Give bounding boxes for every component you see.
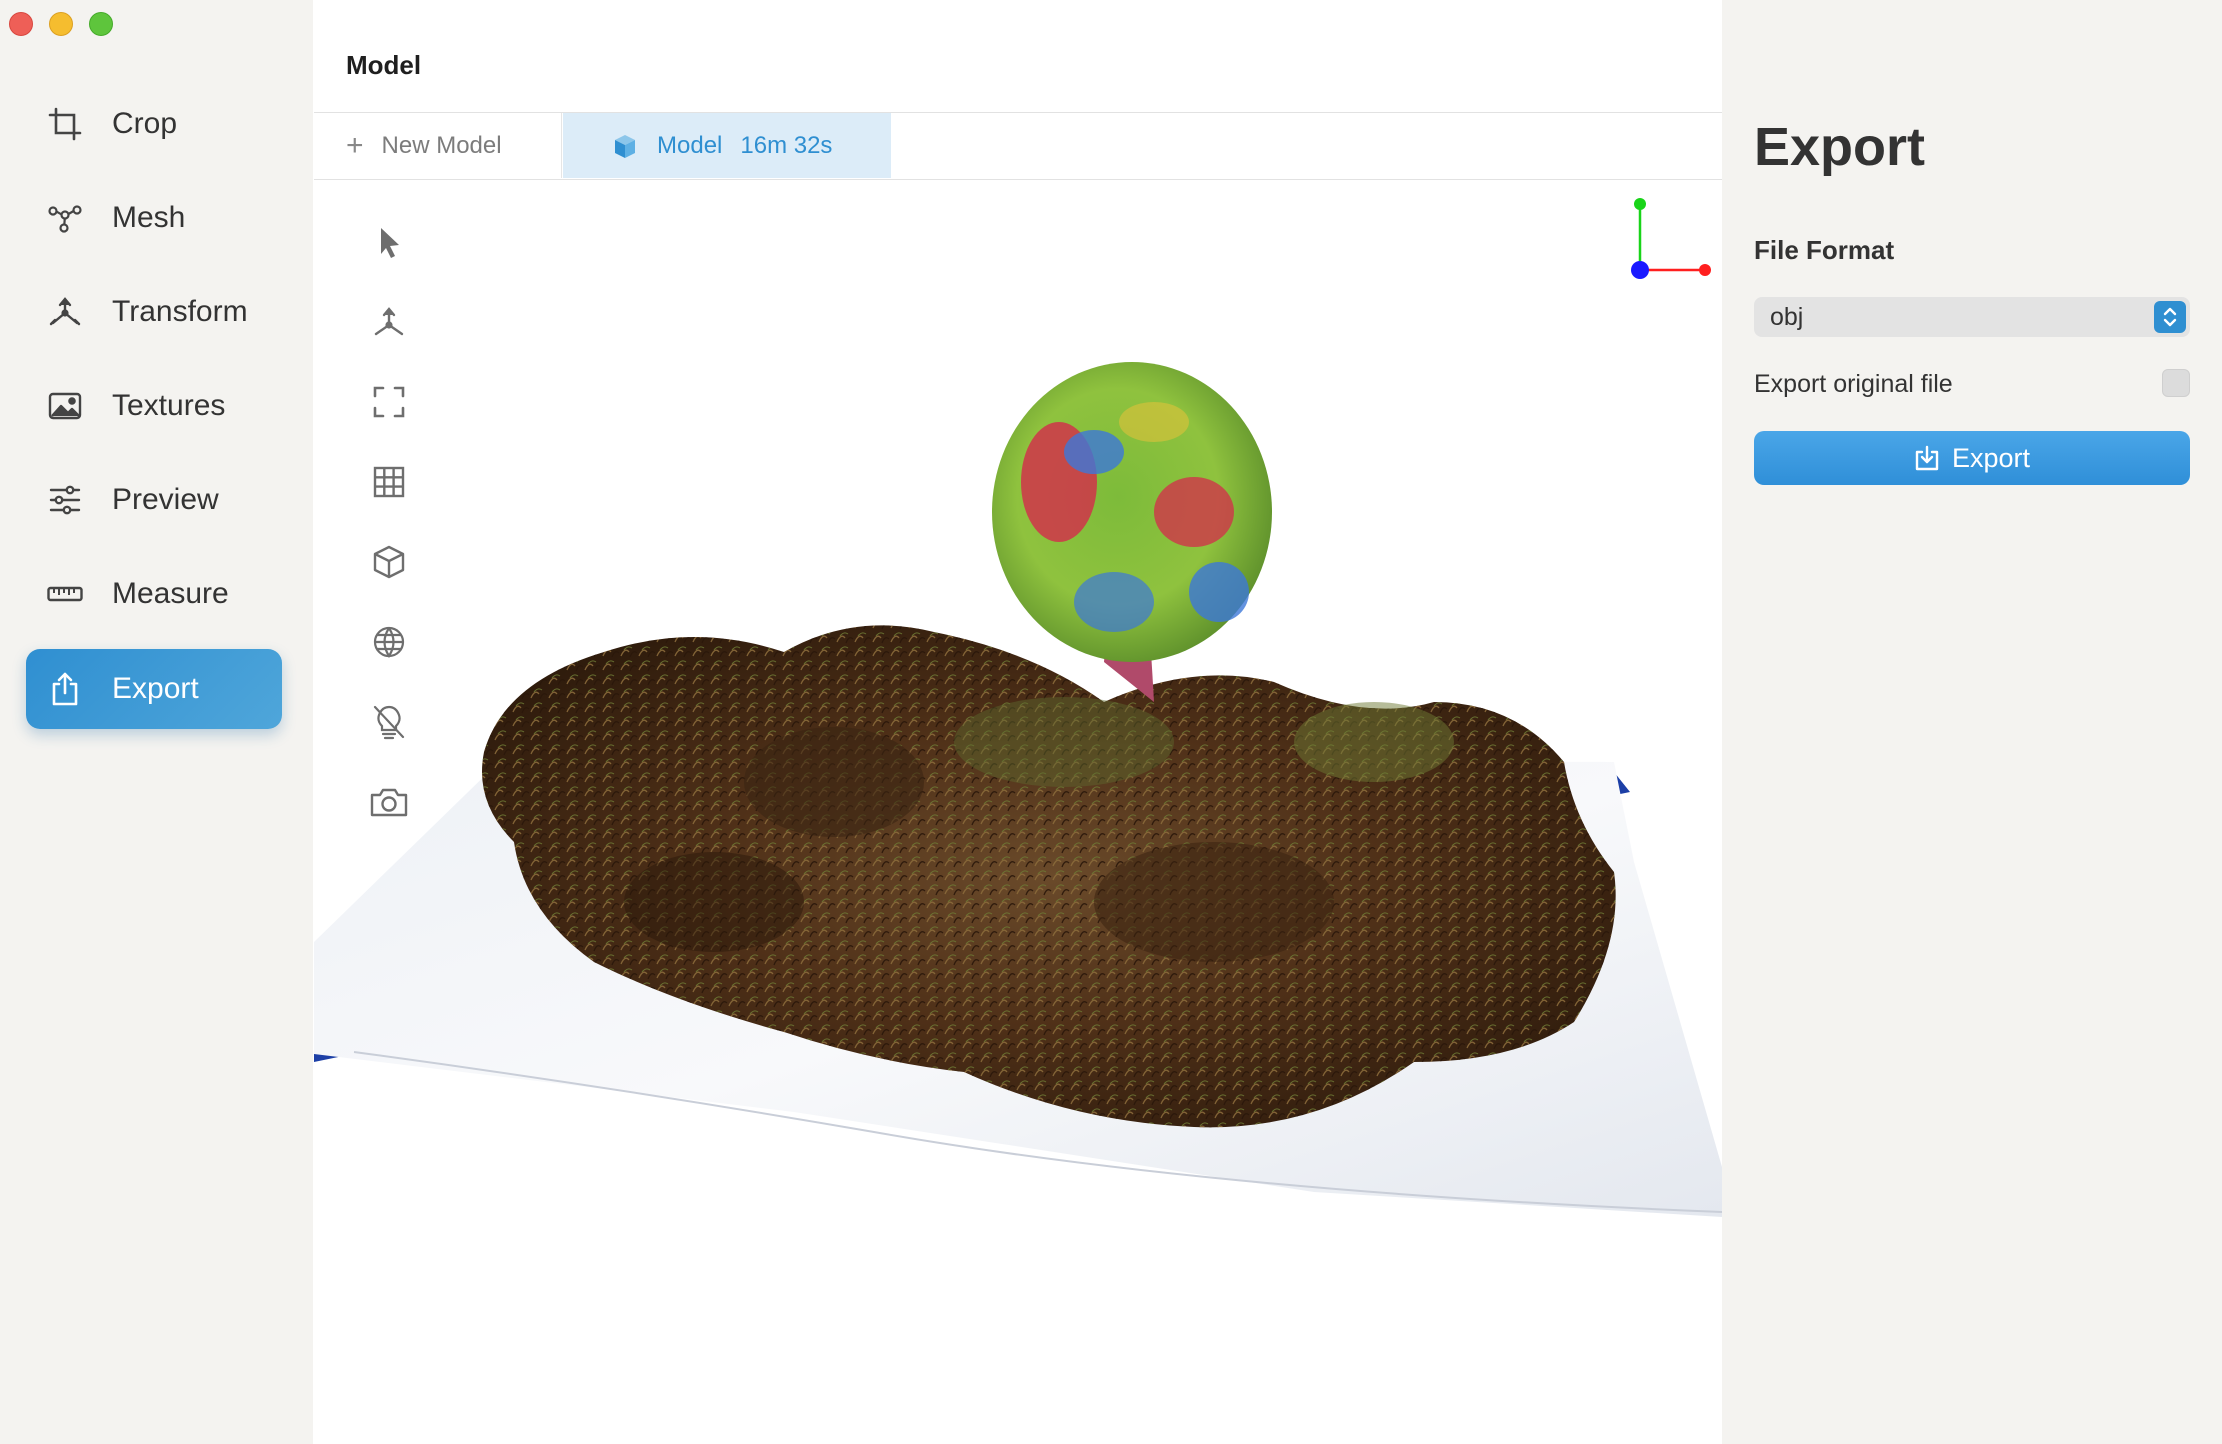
select-pointer-icon [374, 225, 404, 259]
page-title: Model [346, 50, 422, 80]
crop-icon [46, 105, 84, 143]
sidebar-item-transform[interactable]: Transform [26, 272, 282, 352]
model-tab-duration: 16m 32s [740, 131, 833, 159]
bounding-box-tool-button[interactable] [354, 532, 424, 592]
model-tab[interactable]: Model 16m 32s [563, 113, 891, 178]
sidebar-item-label: Measure [112, 577, 229, 610]
camera-icon [369, 785, 409, 819]
transform-icon [46, 293, 84, 331]
environment-tool-button[interactable] [354, 612, 424, 672]
sidebar-item-measure[interactable]: Measure [26, 554, 282, 634]
mesh-icon [46, 199, 84, 237]
sidebar-item-label: Mesh [112, 201, 186, 234]
window-minimize-button[interactable] [49, 12, 73, 36]
grid-tool-button[interactable] [354, 452, 424, 512]
fit-frame-tool-button[interactable] [354, 372, 424, 432]
main-area: Model + New Model Model 16m 32s [314, 0, 1722, 1444]
sidebar-item-crop[interactable]: Crop [26, 84, 282, 164]
export-original-checkbox[interactable] [2162, 369, 2190, 397]
sidebar-item-export[interactable]: Export [26, 649, 282, 729]
export-original-label: Export original file [1754, 370, 1953, 398]
sidebar-item-label: Crop [112, 107, 178, 140]
globe-icon [372, 625, 406, 659]
new-model-tab[interactable]: + New Model [314, 113, 562, 178]
3d-model-render [314, 362, 1722, 1217]
grid-icon [372, 465, 406, 499]
sidebar-item-label: Transform [112, 295, 248, 328]
export-button-label: Export [1951, 442, 2031, 473]
screenshot-tool-button[interactable] [354, 772, 424, 832]
image-icon [46, 387, 84, 425]
share-icon [46, 670, 84, 708]
file-format-label: File Format [1754, 235, 1895, 265]
export-panel: Export File Format obj Export original f… [1722, 0, 2222, 1444]
cube-icon [372, 544, 406, 580]
orientation-axes [1602, 182, 1722, 302]
sidebar-item-preview[interactable]: Preview [26, 460, 282, 540]
export-button[interactable]: Export [1754, 431, 2190, 485]
sidebar: Crop Mesh Transform Textures Preview Mea… [0, 0, 313, 1444]
ruler-icon [46, 575, 84, 613]
window-zoom-button[interactable] [89, 12, 113, 36]
chevron-up-down-icon [2154, 301, 2186, 333]
gizmo-tool-button[interactable] [354, 292, 424, 352]
panel-title: Export [1754, 117, 1926, 177]
axes-gizmo-icon [371, 305, 407, 339]
file-format-value: obj [1770, 302, 1804, 331]
file-format-select[interactable]: obj [1754, 297, 2190, 337]
tab-bar: + New Model Model 16m 32s [314, 112, 1722, 180]
light-off-icon [372, 704, 406, 740]
3d-viewport[interactable] [314, 182, 1722, 1444]
model-cube-icon [611, 132, 639, 160]
model-tab-label: Model [657, 131, 723, 159]
download-icon [1914, 445, 1940, 471]
new-model-label: New Model [381, 131, 502, 159]
sidebar-item-label: Textures [112, 389, 226, 422]
lighting-tool-button[interactable] [354, 692, 424, 752]
select-tool-button[interactable] [354, 212, 424, 272]
sidebar-item-label: Preview [112, 483, 219, 516]
sidebar-item-textures[interactable]: Textures [26, 366, 282, 446]
fit-frame-icon [372, 385, 406, 419]
sidebar-item-label: Export [112, 672, 199, 705]
window-close-button[interactable] [9, 12, 33, 36]
sliders-icon [46, 481, 84, 519]
plus-icon: + [346, 128, 364, 162]
sidebar-item-mesh[interactable]: Mesh [26, 178, 282, 258]
